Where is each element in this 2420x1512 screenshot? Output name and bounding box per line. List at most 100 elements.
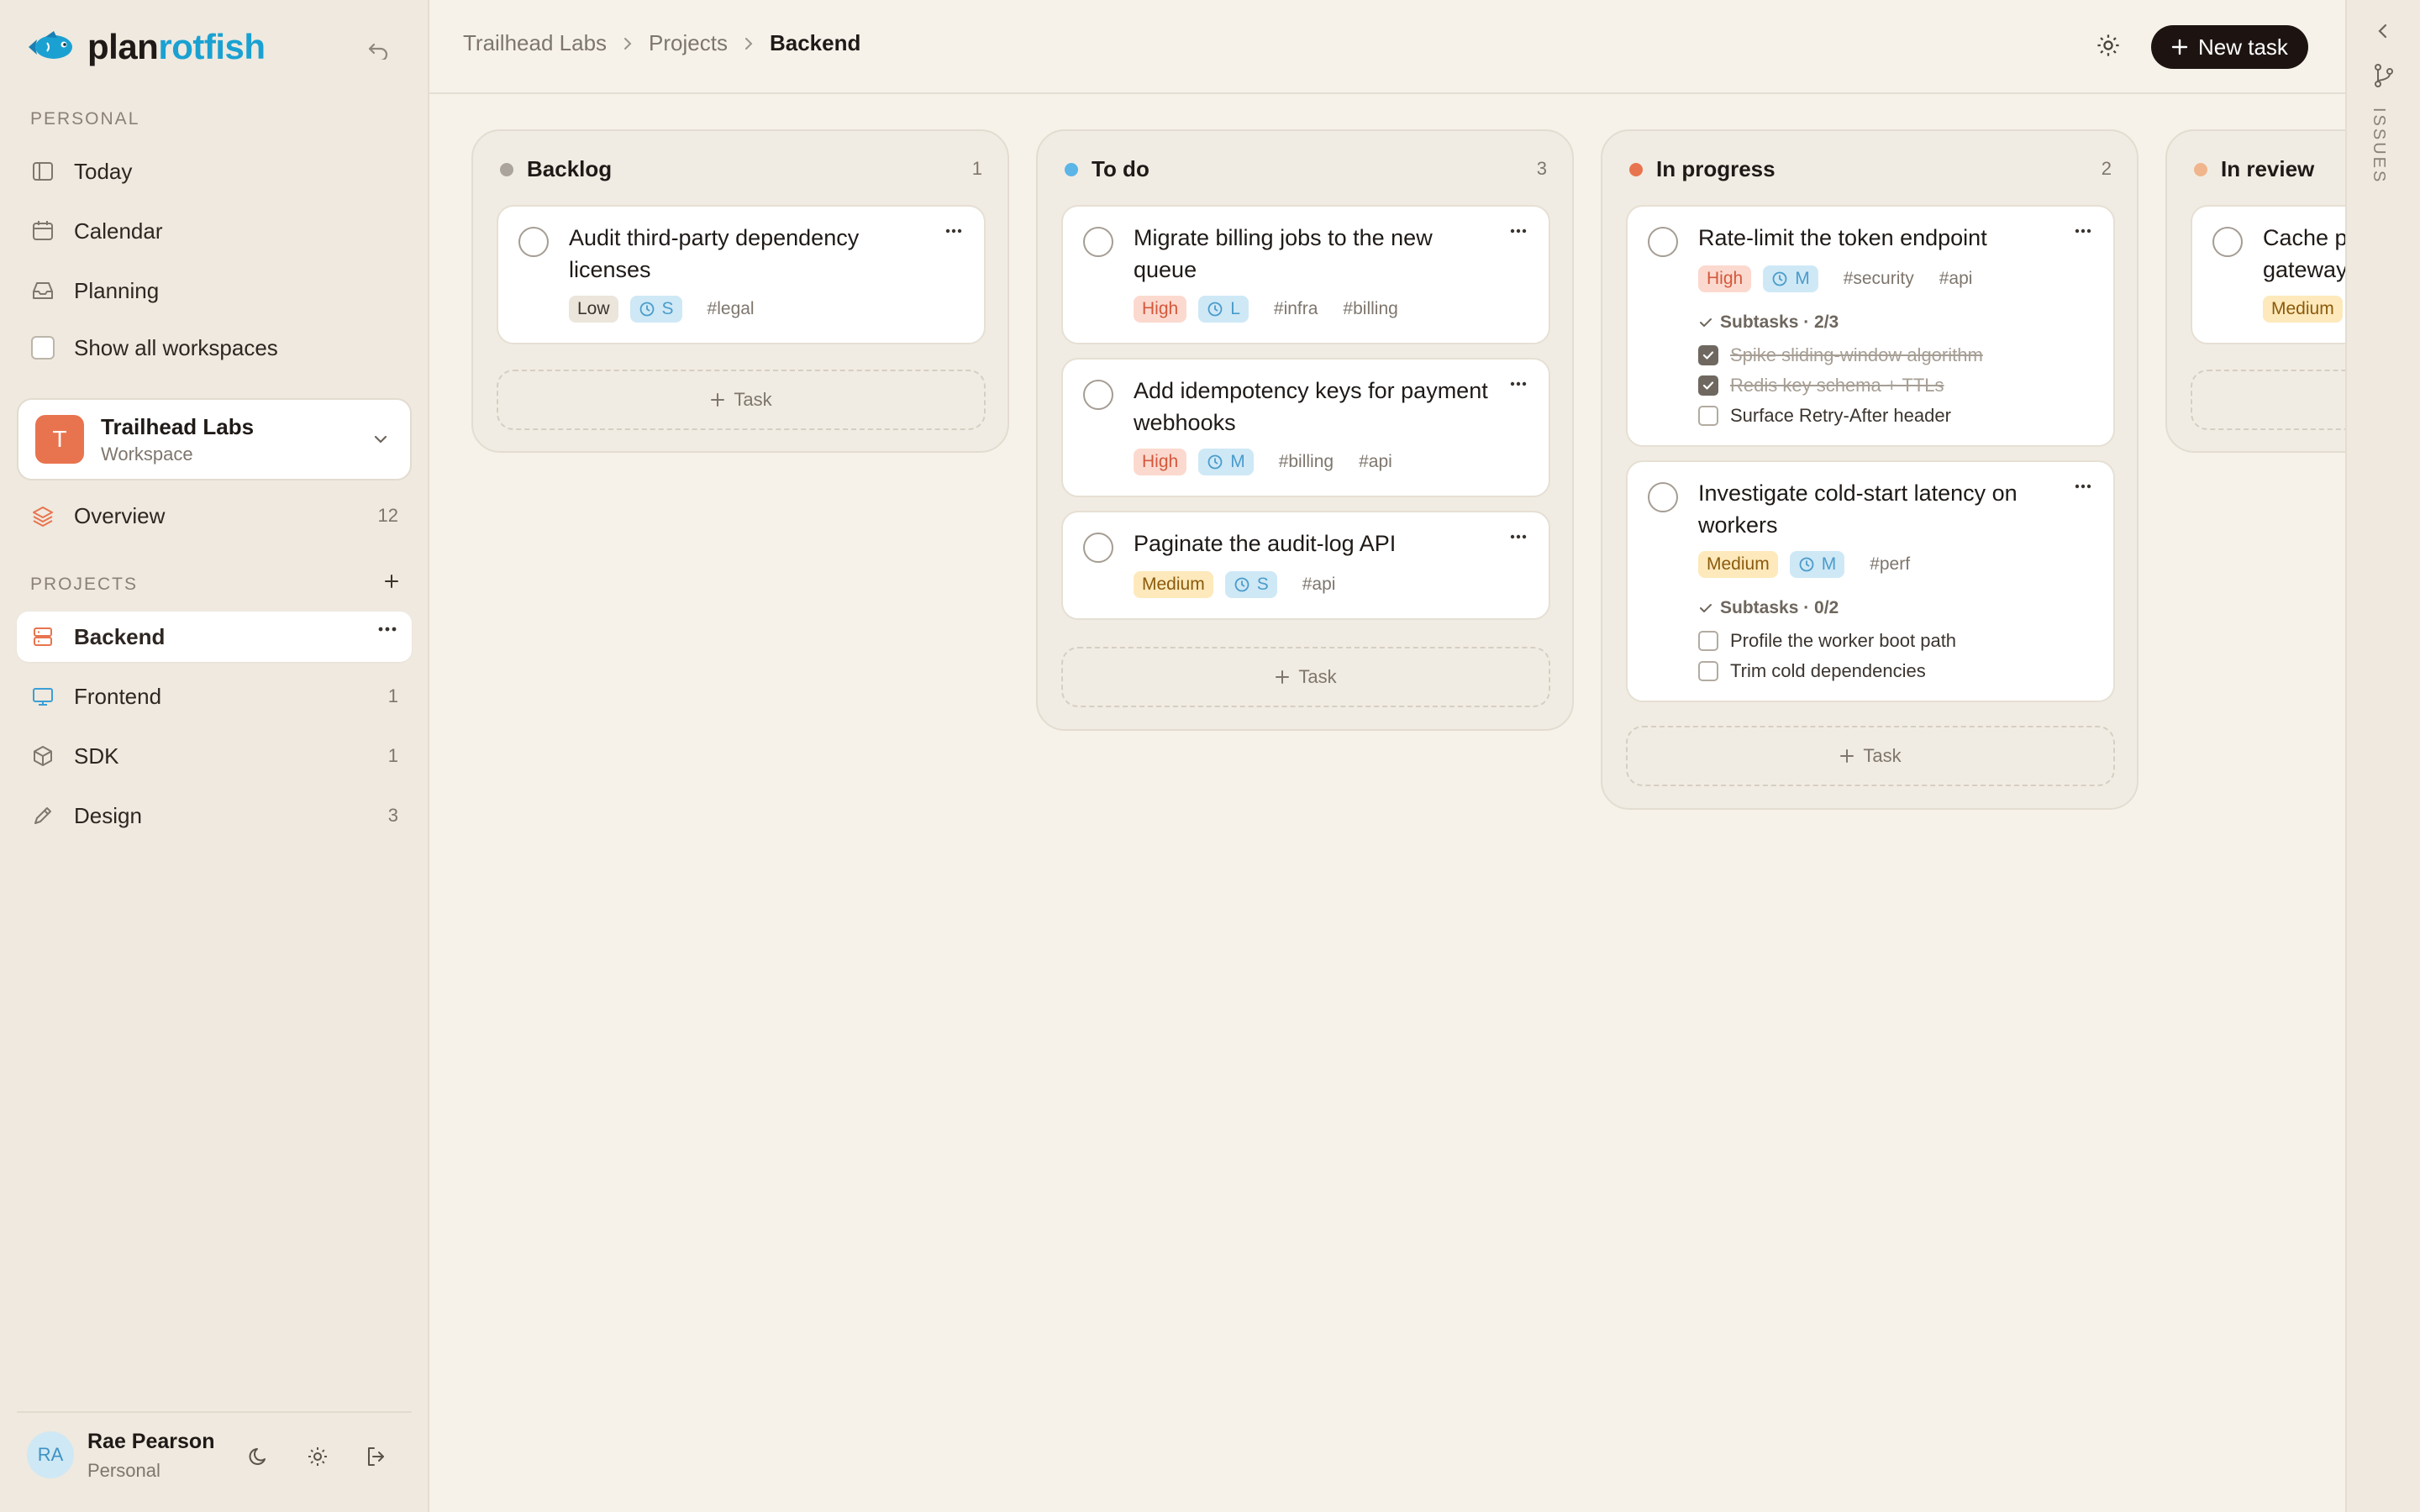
complete-task-checkbox[interactable] (1083, 533, 1113, 563)
column-count: 2 (2101, 158, 2112, 179)
size-label: L (1230, 299, 1240, 318)
show-all-workspaces-toggle[interactable]: Show all workspaces (17, 323, 412, 373)
more-horizontal-icon[interactable] (945, 228, 962, 234)
task-tags: High L #infra #billing (1134, 296, 1398, 323)
add-task-label: Task (1863, 745, 1902, 766)
task-card[interactable]: Cache p gateway Medium (2191, 205, 2345, 344)
task-title: Rate-limit the token endpoint (1698, 225, 1987, 250)
tag-label[interactable]: #perf (1870, 554, 1910, 575)
subtask-checkbox[interactable] (1698, 661, 1718, 681)
subtask-checkbox[interactable] (1698, 631, 1718, 651)
add-task-button[interactable]: Task (1061, 647, 1550, 707)
add-project-button[interactable] (383, 573, 400, 590)
logout-icon[interactable] (361, 1441, 392, 1472)
task-title: Cache p gateway (2263, 222, 2345, 286)
tag-label[interactable]: #legal (708, 299, 755, 319)
add-task-button[interactable] (2191, 370, 2345, 430)
complete-task-checkbox[interactable] (1648, 482, 1678, 512)
sidebar-item-label: SDK (74, 743, 119, 769)
sidebar-item-calendar[interactable]: Calendar (17, 206, 412, 256)
column-header: Backlog 1 (473, 131, 1007, 207)
sidebar-item-label: Design (74, 802, 142, 828)
sidebar-item-label: Backend (74, 623, 166, 649)
task-card[interactable]: Paginate the audit-log API Medium S #api (1061, 511, 1550, 620)
priority-badge: Medium (1698, 551, 1778, 578)
tag-label[interactable]: #api (1302, 575, 1336, 595)
complete-task-checkbox[interactable] (2212, 227, 2243, 257)
tag-label[interactable]: #billing (1343, 299, 1397, 319)
show-all-workspaces-label: Show all workspaces (74, 334, 278, 360)
more-horizontal-icon[interactable] (1510, 228, 1527, 234)
issues-rail-label[interactable]: ISSUES (2369, 108, 2388, 184)
more-horizontal-icon[interactable] (2075, 484, 2091, 489)
more-horizontal-icon[interactable] (2075, 228, 2091, 234)
task-card[interactable]: Rate-limit the token endpoint High M #se… (1626, 205, 2115, 447)
sidebar-item-backend[interactable]: Backend (17, 612, 412, 662)
project-count: 3 (387, 805, 398, 826)
subtask-label: Surface Retry-After header (1730, 405, 1951, 426)
breadcrumb-item[interactable]: Trailhead Labs (463, 30, 607, 56)
subtask-item[interactable]: Trim cold dependencies (1698, 660, 1926, 682)
complete-task-checkbox[interactable] (1648, 227, 1678, 257)
sidebar-item-planning[interactable]: Planning (17, 265, 412, 316)
moon-icon[interactable] (244, 1441, 274, 1472)
tag-label[interactable]: #api (1359, 452, 1392, 472)
app-name: planrotfish (87, 27, 266, 67)
sidebar-item-overview[interactable]: Overview 12 (17, 491, 412, 541)
subtask-checkbox[interactable] (1698, 375, 1718, 396)
complete-task-checkbox[interactable] (518, 227, 549, 257)
sidebar-item-design[interactable]: Design 3 (17, 790, 412, 841)
subtask-checkbox[interactable] (1698, 406, 1718, 426)
more-horizontal-icon[interactable] (1510, 534, 1527, 539)
sidebar-item-sdk[interactable]: SDK 1 (17, 731, 412, 781)
sidebar-item-label: Frontend (74, 683, 162, 709)
workspace-switcher[interactable]: T Trailhead Labs Workspace (17, 398, 412, 480)
sidebar-item-today[interactable]: Today (17, 146, 412, 197)
gear-icon[interactable] (302, 1441, 333, 1472)
breadcrumb-item[interactable]: Projects (649, 30, 728, 56)
add-task-button[interactable]: Task (497, 370, 986, 430)
collapse-sidebar-button[interactable] (361, 35, 395, 66)
task-tags: Medium S #api (1134, 571, 1335, 598)
subtask-item[interactable]: Spike sliding-window algorithm (1698, 344, 1983, 366)
sidebar-item-frontend[interactable]: Frontend 1 (17, 671, 412, 722)
sidebar-item-label: Overview (74, 502, 166, 528)
size-badge: M (1198, 449, 1254, 475)
check-icon (1698, 315, 1713, 330)
task-title: Audit third-party dependency licenses (569, 225, 860, 282)
checkbox[interactable] (30, 335, 55, 360)
app-logo[interactable]: planrotfish (25, 27, 266, 67)
subtask-item[interactable]: Surface Retry-After header (1698, 405, 1951, 427)
new-task-button[interactable]: New task (2151, 25, 2308, 69)
more-horizontal-icon[interactable] (1510, 381, 1527, 386)
task-card[interactable]: Investigate cold-start latency on worker… (1626, 460, 2115, 702)
subtask-checkbox[interactable] (1698, 345, 1718, 365)
subtasks-toggle[interactable]: Subtasks · 2/3 (1698, 312, 1839, 333)
gear-icon[interactable] (2095, 32, 2125, 62)
tag-label[interactable]: #security (1844, 269, 1914, 289)
git-branch-icon[interactable] (2372, 62, 2396, 89)
logo-text-rotfish: rotfish (158, 27, 266, 66)
priority-badge: Medium (2263, 296, 2343, 323)
complete-task-checkbox[interactable] (1083, 380, 1113, 410)
subtask-item[interactable]: Profile the worker boot path (1698, 630, 1956, 652)
column-in-review: In review Cache p gateway Medium (2165, 129, 2345, 453)
subtasks-toggle[interactable]: Subtasks · 0/2 (1698, 598, 1839, 618)
task-card[interactable]: Audit third-party dependency licenses Lo… (497, 205, 986, 344)
subtask-item[interactable]: Redis key schema + TTLs (1698, 375, 1944, 396)
tag-label[interactable]: #infra (1274, 299, 1318, 319)
sidebar-item-label: Today (74, 158, 133, 184)
project-count: 1 (387, 745, 398, 766)
task-card[interactable]: Migrate billing jobs to the new queue Hi… (1061, 205, 1550, 344)
tag-label[interactable]: #api (1939, 269, 1973, 289)
complete-task-checkbox[interactable] (1083, 227, 1113, 257)
add-task-label: Task (1298, 666, 1337, 687)
task-title: Add idempotency keys for payment webhook… (1134, 378, 1488, 435)
chevron-left-icon[interactable] (2374, 22, 2392, 40)
task-tags: High M #security #api (1698, 265, 1972, 292)
add-task-button[interactable]: Task (1626, 726, 2115, 786)
task-card[interactable]: Add idempotency keys for payment webhook… (1061, 358, 1550, 497)
tag-label[interactable]: #billing (1279, 452, 1334, 472)
more-horizontal-icon[interactable] (378, 627, 397, 632)
avatar[interactable]: RA (27, 1431, 74, 1478)
